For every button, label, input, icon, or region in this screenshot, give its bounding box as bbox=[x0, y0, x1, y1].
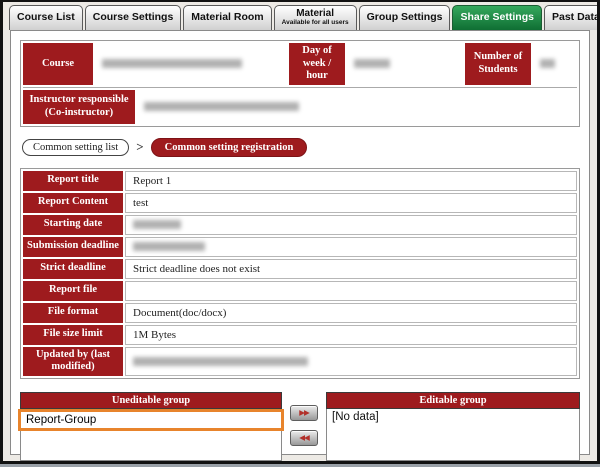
tab-label: Course Settings bbox=[93, 12, 174, 23]
common-setting-registration-badge: Common setting registration bbox=[151, 138, 308, 157]
uneditable-group-panel: Uneditable group Report-Group bbox=[20, 392, 282, 461]
day-of-week-label: Day of week / hour bbox=[289, 43, 345, 85]
file-format-label: File format bbox=[23, 303, 123, 323]
uneditable-group-listbox[interactable]: Report-Group bbox=[20, 409, 282, 461]
move-left-button[interactable]: ◀◀ bbox=[290, 430, 318, 446]
tab-course-list[interactable]: Course List bbox=[9, 5, 83, 30]
day-of-week-value-redacted bbox=[347, 43, 463, 85]
tab-label: Share Settings bbox=[460, 12, 534, 23]
report-content-value: test bbox=[125, 193, 577, 213]
redacted-text bbox=[540, 59, 555, 68]
table-row: Starting date bbox=[23, 215, 577, 235]
editable-group-panel: Editable group [No data] bbox=[326, 392, 580, 461]
report-title-value: Report 1 bbox=[125, 171, 577, 191]
tab-bar: Course List Course Settings Material Roo… bbox=[3, 2, 597, 30]
breadcrumb: Common setting list > Common setting reg… bbox=[22, 138, 580, 157]
course-label: Course bbox=[23, 43, 93, 85]
report-detail-table: Report title Report 1 Report Content tes… bbox=[20, 168, 580, 379]
annotation-highlight-box: Report-Group bbox=[18, 409, 284, 431]
tab-past-data[interactable]: Past Data bbox=[544, 5, 600, 30]
report-file-value bbox=[125, 281, 577, 301]
group-transfer-section: Uneditable group Report-Group ▶▶ ◀◀ Edit… bbox=[20, 392, 580, 461]
chevron-right-icon: > bbox=[136, 139, 143, 155]
editable-group-listbox[interactable]: [No data] bbox=[326, 409, 580, 461]
uneditable-group-header: Uneditable group bbox=[20, 392, 282, 409]
redacted-text bbox=[144, 102, 299, 111]
table-row: Updated by (last modified) bbox=[23, 347, 577, 376]
course-info-row-2: Instructor responsible (Co-instructor) bbox=[23, 88, 577, 124]
tab-group-settings[interactable]: Group Settings bbox=[359, 5, 451, 30]
file-size-limit-value: 1M Bytes bbox=[125, 325, 577, 345]
table-row: Report file bbox=[23, 281, 577, 301]
tab-course-settings[interactable]: Course Settings bbox=[85, 5, 182, 30]
tab-sublabel: Available for all users bbox=[282, 20, 349, 27]
no-data-placeholder: [No data] bbox=[327, 409, 579, 425]
tab-label: Group Settings bbox=[367, 12, 443, 23]
tab-label: Material Room bbox=[191, 12, 263, 23]
redacted-text bbox=[133, 357, 308, 366]
table-row: File size limit 1M Bytes bbox=[23, 325, 577, 345]
updated-by-label: Updated by (last modified) bbox=[23, 347, 123, 376]
file-format-value: Document(doc/docx) bbox=[125, 303, 577, 323]
tab-material[interactable]: Material Available for all users bbox=[274, 5, 357, 30]
course-value-redacted bbox=[95, 43, 287, 85]
tab-label: Past Data bbox=[552, 12, 600, 23]
redacted-text bbox=[102, 59, 242, 68]
number-of-students-label: Number of Students bbox=[465, 43, 531, 85]
tab-label: Course List bbox=[17, 12, 75, 23]
table-row: File format Document(doc/docx) bbox=[23, 303, 577, 323]
tab-share-settings[interactable]: Share Settings bbox=[452, 5, 542, 30]
submission-deadline-value-redacted bbox=[125, 237, 577, 257]
double-arrow-left-icon: ◀◀ bbox=[299, 433, 309, 442]
submission-deadline-label: Submission deadline bbox=[23, 237, 123, 257]
redacted-text bbox=[133, 220, 181, 229]
report-content-label: Report Content bbox=[23, 193, 123, 213]
content-panel: Course Day of week / hour Number of Stud… bbox=[10, 30, 590, 455]
table-row: Report Content test bbox=[23, 193, 577, 213]
app-window: Course List Course Settings Material Roo… bbox=[0, 0, 600, 464]
editable-group-header: Editable group bbox=[326, 392, 580, 409]
move-right-button[interactable]: ▶▶ bbox=[290, 405, 318, 421]
report-file-label: Report file bbox=[23, 281, 123, 301]
strict-deadline-value: Strict deadline does not exist bbox=[125, 259, 577, 279]
course-info-table: Course Day of week / hour Number of Stud… bbox=[20, 40, 580, 127]
instructor-label: Instructor responsible (Co-instructor) bbox=[23, 90, 135, 124]
list-item[interactable]: Report-Group bbox=[21, 412, 281, 428]
transfer-buttons: ▶▶ ◀◀ bbox=[282, 392, 326, 446]
double-arrow-right-icon: ▶▶ bbox=[299, 408, 309, 417]
strict-deadline-label: Strict deadline bbox=[23, 259, 123, 279]
table-row: Strict deadline Strict deadline does not… bbox=[23, 259, 577, 279]
table-row: Submission deadline bbox=[23, 237, 577, 257]
common-setting-list-button[interactable]: Common setting list bbox=[22, 139, 129, 156]
number-of-students-value-redacted bbox=[533, 43, 577, 85]
redacted-text bbox=[133, 242, 205, 251]
course-info-row-1: Course Day of week / hour Number of Stud… bbox=[23, 43, 577, 88]
redacted-text bbox=[354, 59, 390, 68]
instructor-value-redacted bbox=[137, 90, 577, 124]
starting-date-value-redacted bbox=[125, 215, 577, 235]
table-row: Report title Report 1 bbox=[23, 171, 577, 191]
file-size-limit-label: File size limit bbox=[23, 325, 123, 345]
report-title-label: Report title bbox=[23, 171, 123, 191]
starting-date-label: Starting date bbox=[23, 215, 123, 235]
tab-material-room[interactable]: Material Room bbox=[183, 5, 271, 30]
updated-by-value-redacted bbox=[125, 347, 577, 376]
